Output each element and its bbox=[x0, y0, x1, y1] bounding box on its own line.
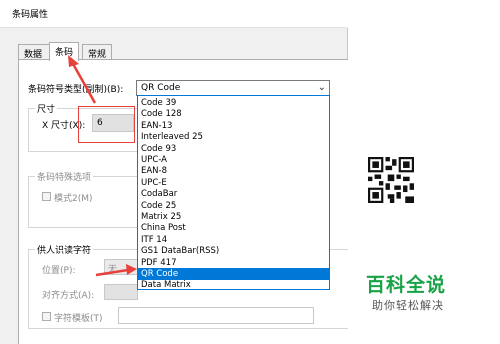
arrow-to-qr-option bbox=[95, 264, 137, 277]
arrow-to-barcode-tab bbox=[68, 55, 97, 104]
annotation-arrows bbox=[68, 55, 137, 277]
